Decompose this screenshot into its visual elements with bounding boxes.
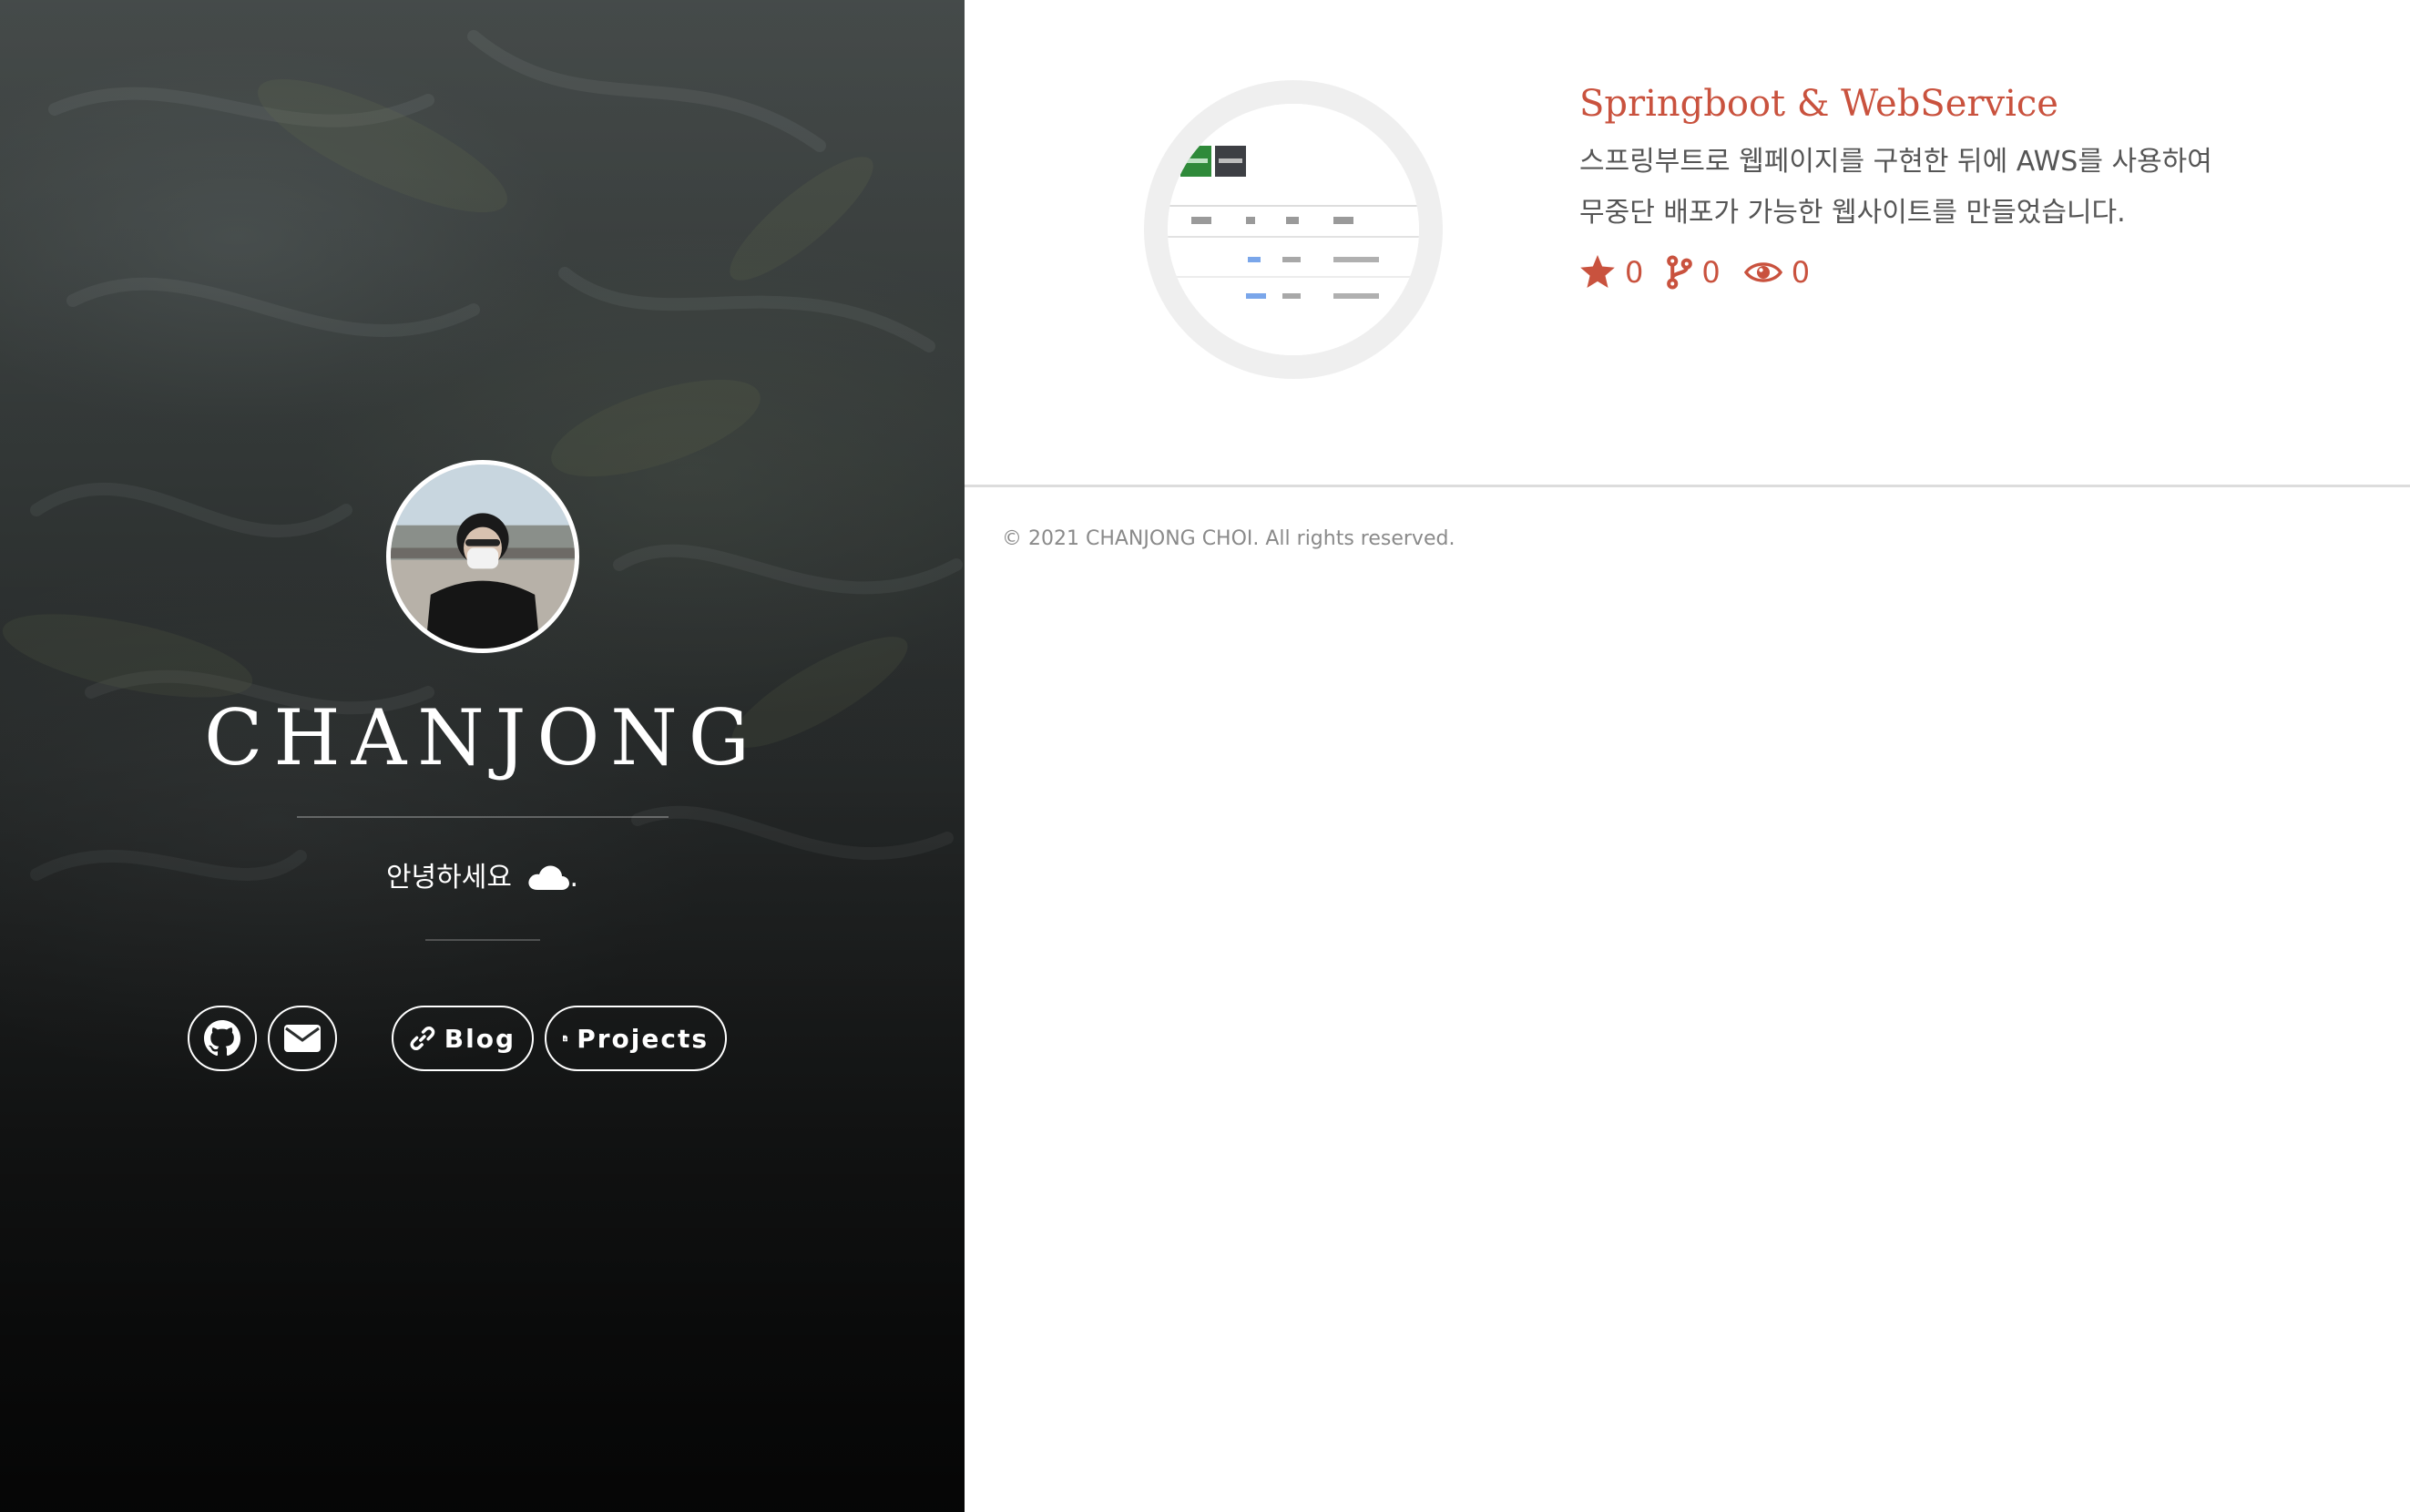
hero-divider	[297, 816, 669, 818]
profile-avatar	[386, 460, 579, 653]
projects-link-label: Projects	[577, 1023, 709, 1054]
project-thumbnail[interactable]	[1144, 80, 1443, 379]
forks-count: 0	[1701, 255, 1721, 290]
project-description: 스프링부트로 웹페이지를 구현한 뒤에 AWS를 사용하여 무중단 배포가 가능…	[1579, 137, 2272, 239]
github-link[interactable]	[188, 1006, 257, 1071]
project-screenshot	[1168, 104, 1419, 355]
footer-copyright: © 2021 CHANJONG CHOI. All rights reserve…	[1002, 527, 1455, 550]
cloud-icon	[527, 865, 569, 890]
stars-count: 0	[1625, 255, 1644, 290]
hero-panel: CHANJONG 안녕하세요 . Blog Projects	[0, 0, 965, 1512]
code-file-icon	[563, 1035, 568, 1042]
project-description-line2: 무중단 배포가 가능한 웹사이트를 만들었습니다.	[1579, 197, 2126, 229]
project-title[interactable]: Springboot & WebService	[1579, 75, 2058, 133]
project-description-line1: 스프링부트로 웹페이지를 구현한 뒤에 AWS를 사용하여	[1579, 146, 2212, 178]
email-link[interactable]	[268, 1006, 337, 1071]
project-stats: 0 0 0	[1579, 255, 1833, 290]
greeting-suffix: .	[569, 862, 579, 894]
star-icon	[1580, 255, 1615, 289]
blog-link[interactable]: Blog	[392, 1006, 534, 1071]
footer-divider	[965, 485, 2410, 487]
stars-stat[interactable]: 0	[1579, 255, 1643, 290]
projects-link[interactable]: Projects	[545, 1006, 727, 1071]
link-icon	[410, 1026, 435, 1051]
fork-icon	[1667, 255, 1693, 290]
profile-name: CHANJONG	[204, 693, 761, 782]
blog-link-label: Blog	[444, 1023, 516, 1054]
watchers-count: 0	[1791, 255, 1811, 290]
profile-greeting: 안녕하세요 .	[0, 856, 965, 900]
envelope-icon	[284, 1025, 321, 1052]
github-icon	[204, 1020, 240, 1057]
eye-icon	[1743, 262, 1782, 282]
hero-divider-short	[425, 939, 540, 941]
greeting-text: 안녕하세요	[385, 862, 512, 894]
watchers-stat[interactable]: 0	[1743, 255, 1811, 290]
forks-stat[interactable]: 0	[1667, 255, 1721, 290]
